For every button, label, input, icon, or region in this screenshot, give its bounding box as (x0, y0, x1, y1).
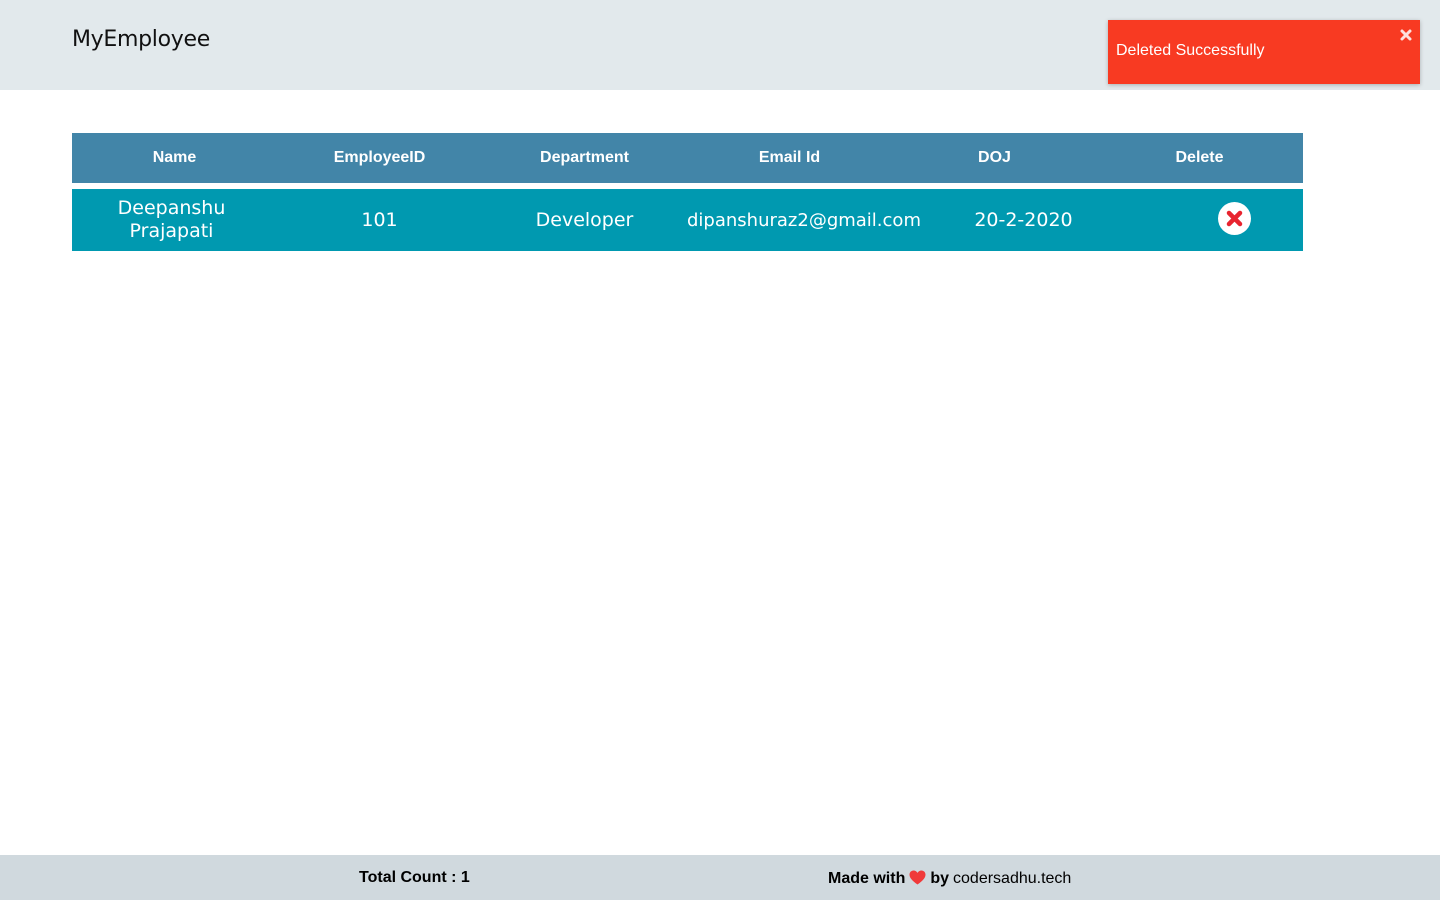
total-count: Total Count : 1 (359, 869, 470, 886)
column-header-department: Department (540, 149, 629, 166)
cell-department: Developer (535, 208, 634, 231)
cell-delete (1126, 201, 1331, 240)
column-header-doj: DOJ (978, 149, 1011, 166)
cell-doj: 20-2-2020 (974, 208, 1073, 231)
employee-table: Name EmployeeID Department Email Id DOJ … (72, 133, 1303, 251)
column-header-name: Name (152, 149, 197, 166)
heart-icon (909, 870, 926, 890)
cell-employee-id: 101 (361, 208, 398, 231)
toast-message: Deleted Successfully (1116, 42, 1265, 59)
table-row: Deepanshu Prajapati 101 Developer dipans… (72, 189, 1303, 251)
close-icon[interactable] (1399, 28, 1413, 42)
by-label: by (930, 870, 950, 887)
made-with-label: Made with (828, 870, 906, 887)
close-circle-icon (1226, 210, 1243, 226)
cell-name: Deepanshu Prajapati (117, 197, 226, 242)
brand-title[interactable]: MyEmployee (72, 27, 210, 52)
column-header-employee-id: EmployeeID (333, 149, 426, 166)
cell-email: dipanshuraz2@gmail.com (687, 209, 921, 231)
site-link[interactable]: codersadhu.tech (953, 870, 1071, 888)
delete-button[interactable] (1217, 201, 1251, 235)
column-header-delete: Delete (1175, 149, 1224, 166)
app-footer: Total Count : 1 Made with by codersadhu.… (0, 855, 1440, 900)
footer-credit: Made with by codersadhu.tech (828, 869, 1071, 889)
toast-notification: Deleted Successfully (1108, 20, 1420, 84)
column-header-email: Email Id (758, 149, 821, 166)
table-header: Name EmployeeID Department Email Id DOJ … (72, 133, 1303, 183)
